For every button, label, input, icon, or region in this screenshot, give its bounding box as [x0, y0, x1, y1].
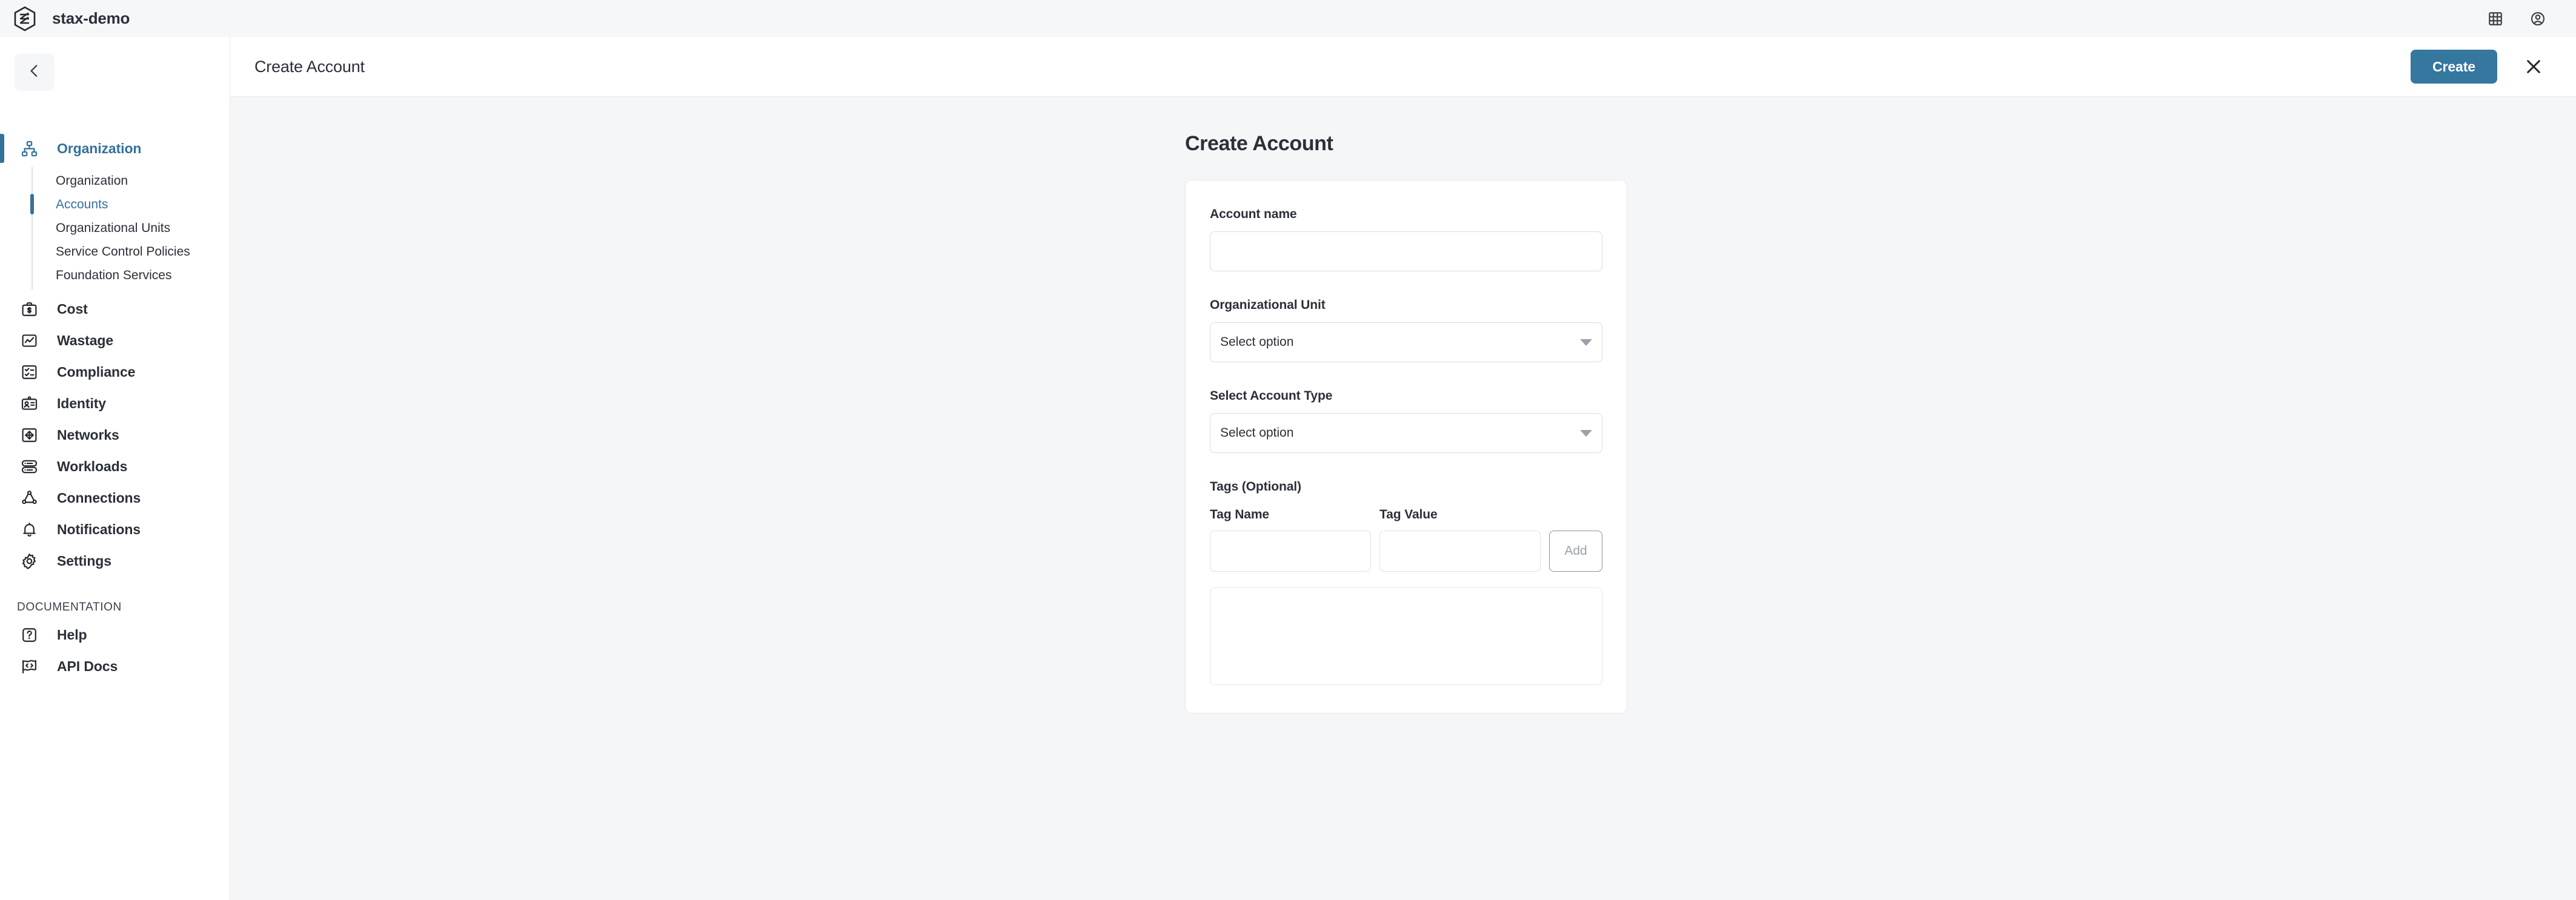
sidebar-group-organization: Organization Organization Accounts Organ… [0, 133, 230, 293]
sidebar-item-label: Compliance [57, 363, 136, 380]
sidebar-item-wastage[interactable]: Wastage [0, 325, 230, 356]
brand[interactable]: stax-demo [13, 6, 130, 31]
add-tag-button[interactable]: Add [1549, 531, 1602, 572]
sidebar-subitem-organizational-units[interactable]: Organizational Units [32, 216, 230, 240]
main-content: Create Account Account name Organization… [230, 97, 2576, 900]
sidebar-item-label: Help [57, 626, 87, 643]
hexagon-s-logo-icon [13, 6, 36, 31]
field-account-name: Account name [1210, 207, 1602, 271]
tag-name-input[interactable] [1210, 531, 1371, 572]
sidebar-item-networks[interactable]: Networks [0, 419, 230, 451]
topbar-actions [2484, 7, 2549, 30]
account-name-label: Account name [1210, 207, 1297, 221]
field-organizational-unit: Organizational Unit Select option [1210, 298, 1602, 362]
sidebar-item-api-docs[interactable]: API Docs [0, 650, 230, 682]
gear-icon [17, 549, 41, 573]
sidebar-item-compliance[interactable]: Compliance [0, 356, 230, 388]
page-header: Create Account Create [230, 37, 2576, 97]
sidebar-item-label: Organization [57, 140, 142, 156]
sidebar-item-label: Connections [57, 489, 141, 506]
code-flag-icon [17, 654, 41, 678]
sidebar-subnav-organization: Organization Accounts Organizational Uni… [30, 164, 230, 293]
sidebar-item-label: Cost [57, 300, 88, 317]
sidebar-item-label: Notifications [57, 521, 141, 537]
server-stack-icon [17, 454, 41, 478]
page-header-actions: Create [2411, 50, 2549, 84]
chart-line-box-icon [17, 328, 41, 352]
account-name-input[interactable] [1210, 231, 1602, 271]
top-brand-bar: stax-demo [0, 0, 2576, 37]
field-tags: Tags (Optional) Tag Name Tag Value Add [1210, 480, 1602, 685]
sidebar-subitem-foundation-services[interactable]: Foundation Services [32, 263, 230, 287]
tag-value-input[interactable] [1379, 531, 1541, 572]
sidebar-item-help[interactable]: Help [0, 619, 230, 650]
account-type-value: Select option [1220, 426, 1294, 440]
sidebar-item-identity[interactable]: Identity [0, 388, 230, 419]
sidebar-section-documentation: DOCUMENTATION [17, 601, 122, 614]
sidebar-item-connections[interactable]: Connections [0, 482, 230, 514]
tags-list [1210, 587, 1602, 685]
tag-value-label: Tag Value [1379, 508, 1438, 521]
create-button[interactable]: Create [2411, 50, 2497, 84]
checklist-icon [17, 360, 41, 384]
sidebar: Organization Organization Accounts Organ… [0, 37, 230, 900]
sidebar-item-label: Identity [57, 395, 106, 411]
tags-column-headers: Tag Name Tag Value [1210, 508, 1602, 522]
sidebar-subitem-organization[interactable]: Organization [32, 169, 230, 193]
account-type-label: Select Account Type [1210, 389, 1333, 403]
tag-name-label: Tag Name [1210, 508, 1270, 521]
chevron-down-icon [1580, 339, 1592, 346]
sidebar-item-label: Networks [57, 426, 119, 443]
chevron-down-icon [1580, 429, 1592, 437]
sidebar-item-organization[interactable]: Organization [0, 133, 230, 164]
sidebar-item-notifications[interactable]: Notifications [0, 514, 230, 545]
sidebar-subitem-service-control-policies[interactable]: Service Control Policies [32, 240, 230, 263]
tags-input-row: Add [1210, 531, 1602, 572]
brand-name: stax-demo [52, 9, 130, 27]
create-account-form: Create Account Account name Organization… [1185, 97, 1627, 713]
org-chart-icon [17, 136, 41, 160]
sidebar-item-label: Settings [57, 552, 111, 569]
sidebar-item-label: API Docs [57, 658, 118, 674]
nodes-connection-icon [17, 486, 41, 510]
page-title: Create Account [254, 57, 365, 76]
sidebar-item-label: Workloads [57, 458, 128, 474]
close-x-icon[interactable] [2518, 51, 2549, 82]
tags-title: Tags (Optional) [1210, 480, 1301, 494]
sidebar-item-settings[interactable]: Settings [0, 545, 230, 577]
arrows-move-box-icon [17, 423, 41, 447]
field-account-type: Select Account Type Select option [1210, 389, 1602, 453]
id-card-icon [17, 391, 41, 415]
sidebar-collapse-button[interactable] [15, 53, 55, 91]
user-avatar-icon[interactable] [2526, 7, 2549, 30]
grid-apps-icon[interactable] [2484, 7, 2507, 30]
sidebar-item-cost[interactable]: Cost [0, 293, 230, 325]
organizational-unit-label: Organizational Unit [1210, 298, 1326, 312]
sidebar-item-workloads[interactable]: Workloads [0, 451, 230, 482]
create-account-card: Account name Organizational Unit Select … [1185, 180, 1627, 713]
sidebar-nav: Organization Organization Accounts Organ… [0, 133, 230, 682]
organizational-unit-value: Select option [1220, 335, 1294, 349]
account-type-select[interactable]: Select option [1210, 413, 1602, 453]
bell-icon [17, 517, 41, 541]
form-title: Create Account [1185, 132, 1333, 155]
chevron-left-icon [27, 63, 42, 82]
organizational-unit-select[interactable]: Select option [1210, 322, 1602, 362]
briefcase-dollar-icon [17, 297, 41, 321]
sidebar-item-label: Wastage [57, 332, 114, 348]
question-box-icon [17, 623, 41, 647]
sidebar-subitem-accounts[interactable]: Accounts [30, 193, 230, 216]
